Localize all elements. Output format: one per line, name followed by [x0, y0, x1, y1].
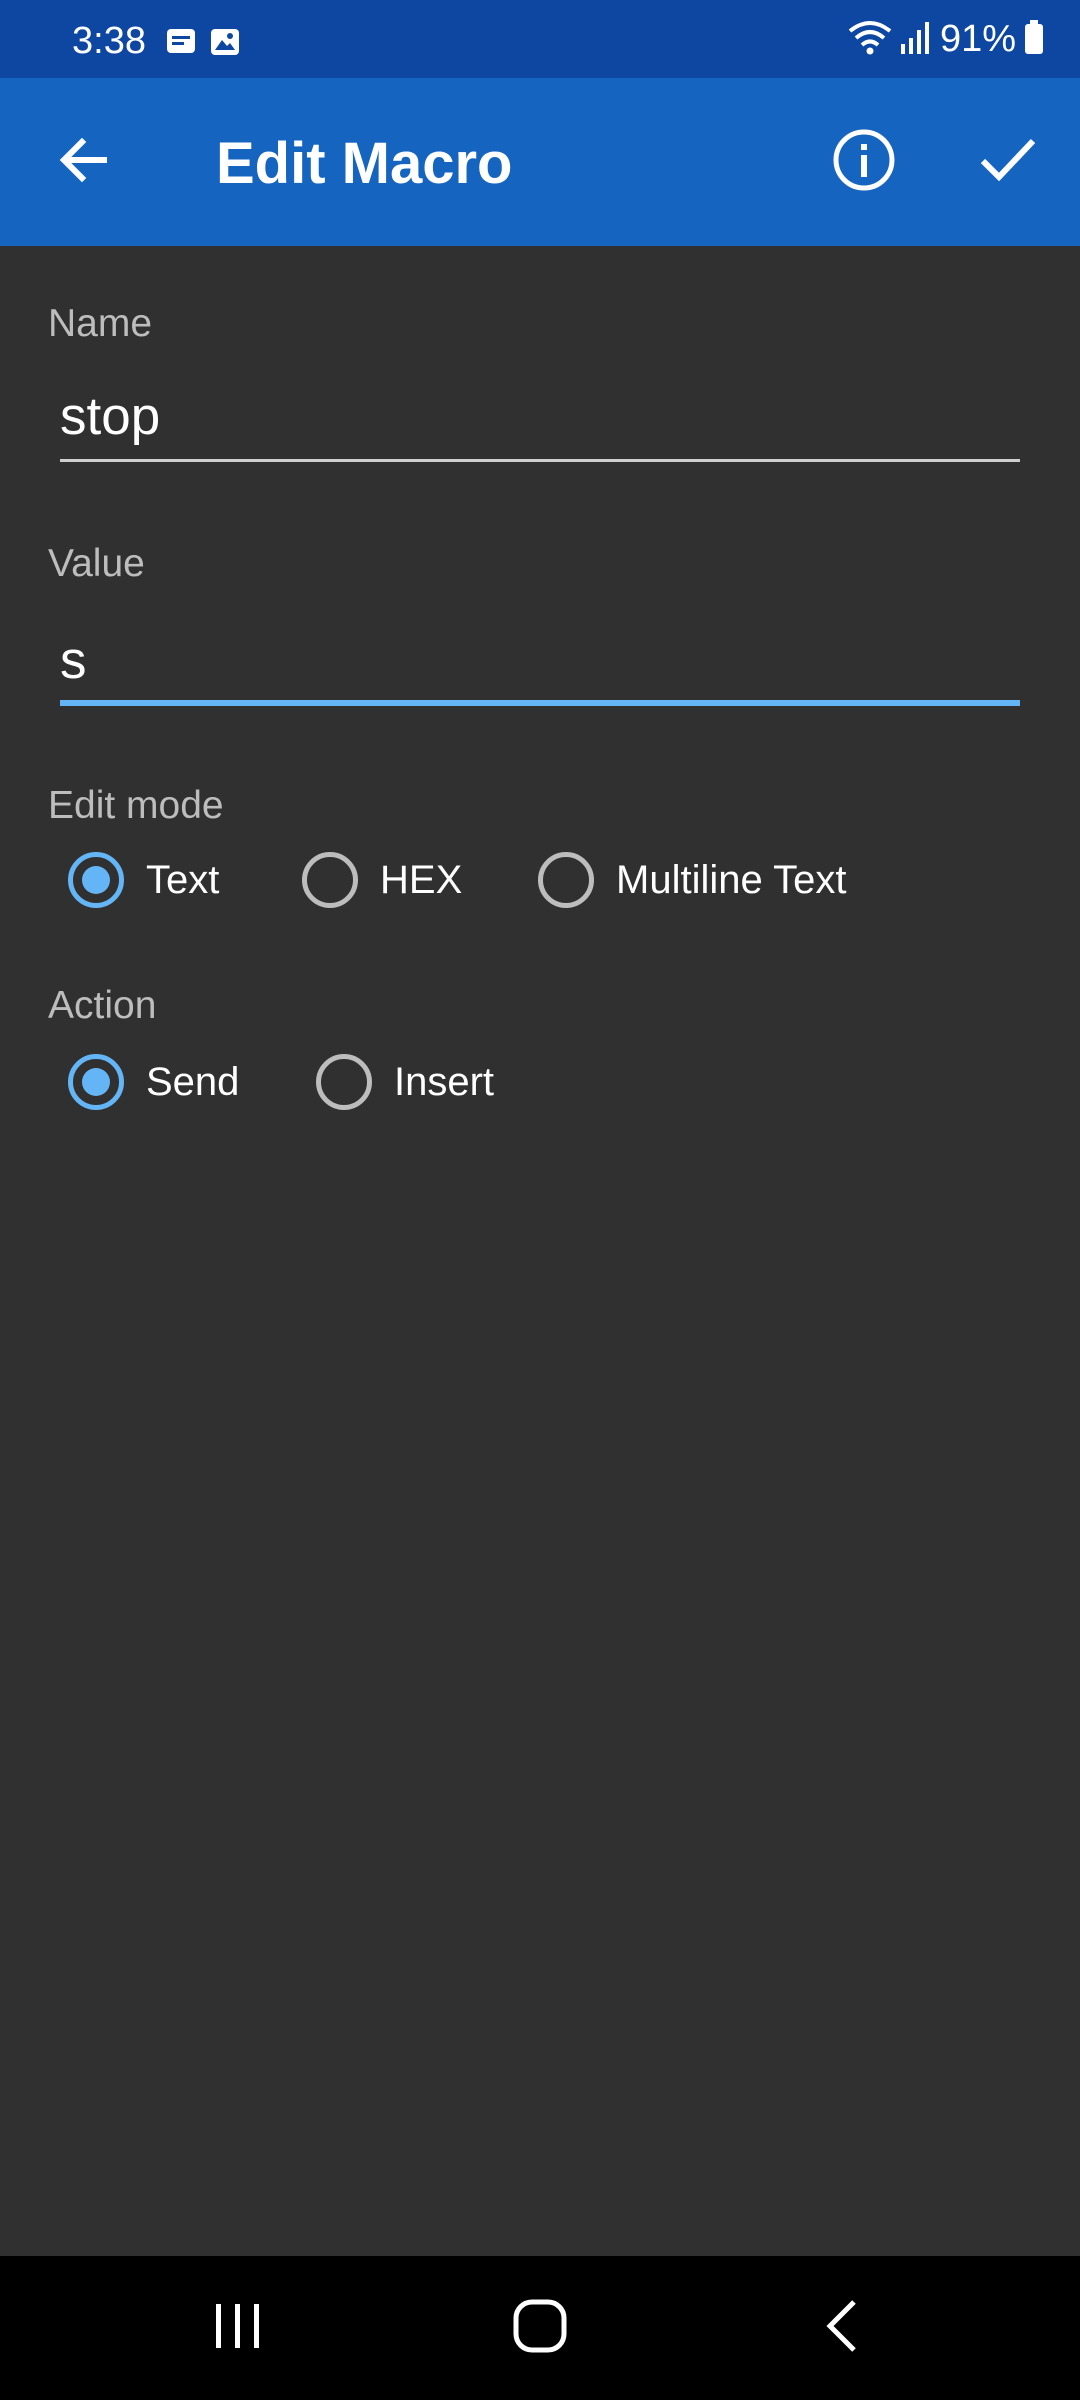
edit-mode-text-label: Text	[146, 857, 220, 902]
edit-mode-hex-label: HEX	[380, 857, 463, 902]
status-time: 3:38	[72, 20, 146, 62]
name-field[interactable]: stop	[60, 372, 1020, 462]
wifi-icon	[848, 19, 892, 60]
battery-percentage: 91%	[939, 17, 1016, 60]
edit-mode-hex-radio[interactable]: HEX	[302, 842, 462, 918]
status-bar: 3:38 91%	[0, 0, 1080, 78]
image-notification-icon	[210, 28, 240, 61]
radio-unchecked-icon	[538, 852, 594, 908]
check-icon	[978, 135, 1038, 190]
home-icon	[510, 2296, 570, 2361]
recent-apps-icon	[212, 2300, 264, 2357]
recent-apps-button[interactable]	[198, 2288, 278, 2368]
app-bar: Edit Macro	[0, 78, 1080, 246]
home-button[interactable]	[500, 2288, 580, 2368]
name-field-value: stop	[60, 387, 161, 446]
radio-unchecked-icon	[316, 1054, 372, 1110]
action-label: Action	[48, 984, 157, 1027]
back-button[interactable]	[40, 118, 128, 206]
radio-unchecked-icon	[302, 852, 358, 908]
page-title: Edit Macro	[216, 131, 513, 196]
navigation-bar	[0, 2256, 1080, 2400]
edit-mode-text-radio[interactable]: Text	[68, 842, 219, 918]
chevron-left-icon	[822, 2298, 862, 2359]
radio-checked-icon	[68, 852, 124, 908]
nav-back-button[interactable]	[802, 2288, 882, 2368]
edit-mode-label: Edit mode	[48, 784, 224, 827]
save-button[interactable]	[964, 118, 1052, 206]
name-field-underline	[60, 459, 1020, 462]
info-icon	[832, 128, 896, 197]
edit-mode-multiline-radio[interactable]: Multiline Text	[538, 842, 846, 918]
value-label: Value	[48, 542, 145, 585]
signal-icon	[900, 20, 932, 59]
edit-mode-multiline-label: Multiline Text	[616, 857, 847, 902]
value-field[interactable]: s	[60, 616, 1020, 706]
message-notification-icon	[166, 28, 196, 59]
value-field-value: s	[60, 631, 87, 690]
radio-checked-icon	[68, 1054, 124, 1110]
action-send-radio[interactable]: Send	[68, 1044, 239, 1120]
action-insert-radio[interactable]: Insert	[316, 1044, 494, 1120]
battery-icon	[1024, 19, 1044, 59]
action-insert-label: Insert	[394, 1059, 495, 1104]
name-label: Name	[48, 302, 153, 345]
action-send-label: Send	[146, 1059, 240, 1104]
info-button[interactable]	[820, 118, 908, 206]
value-field-underline	[60, 700, 1020, 706]
arrow-back-icon	[56, 132, 112, 193]
